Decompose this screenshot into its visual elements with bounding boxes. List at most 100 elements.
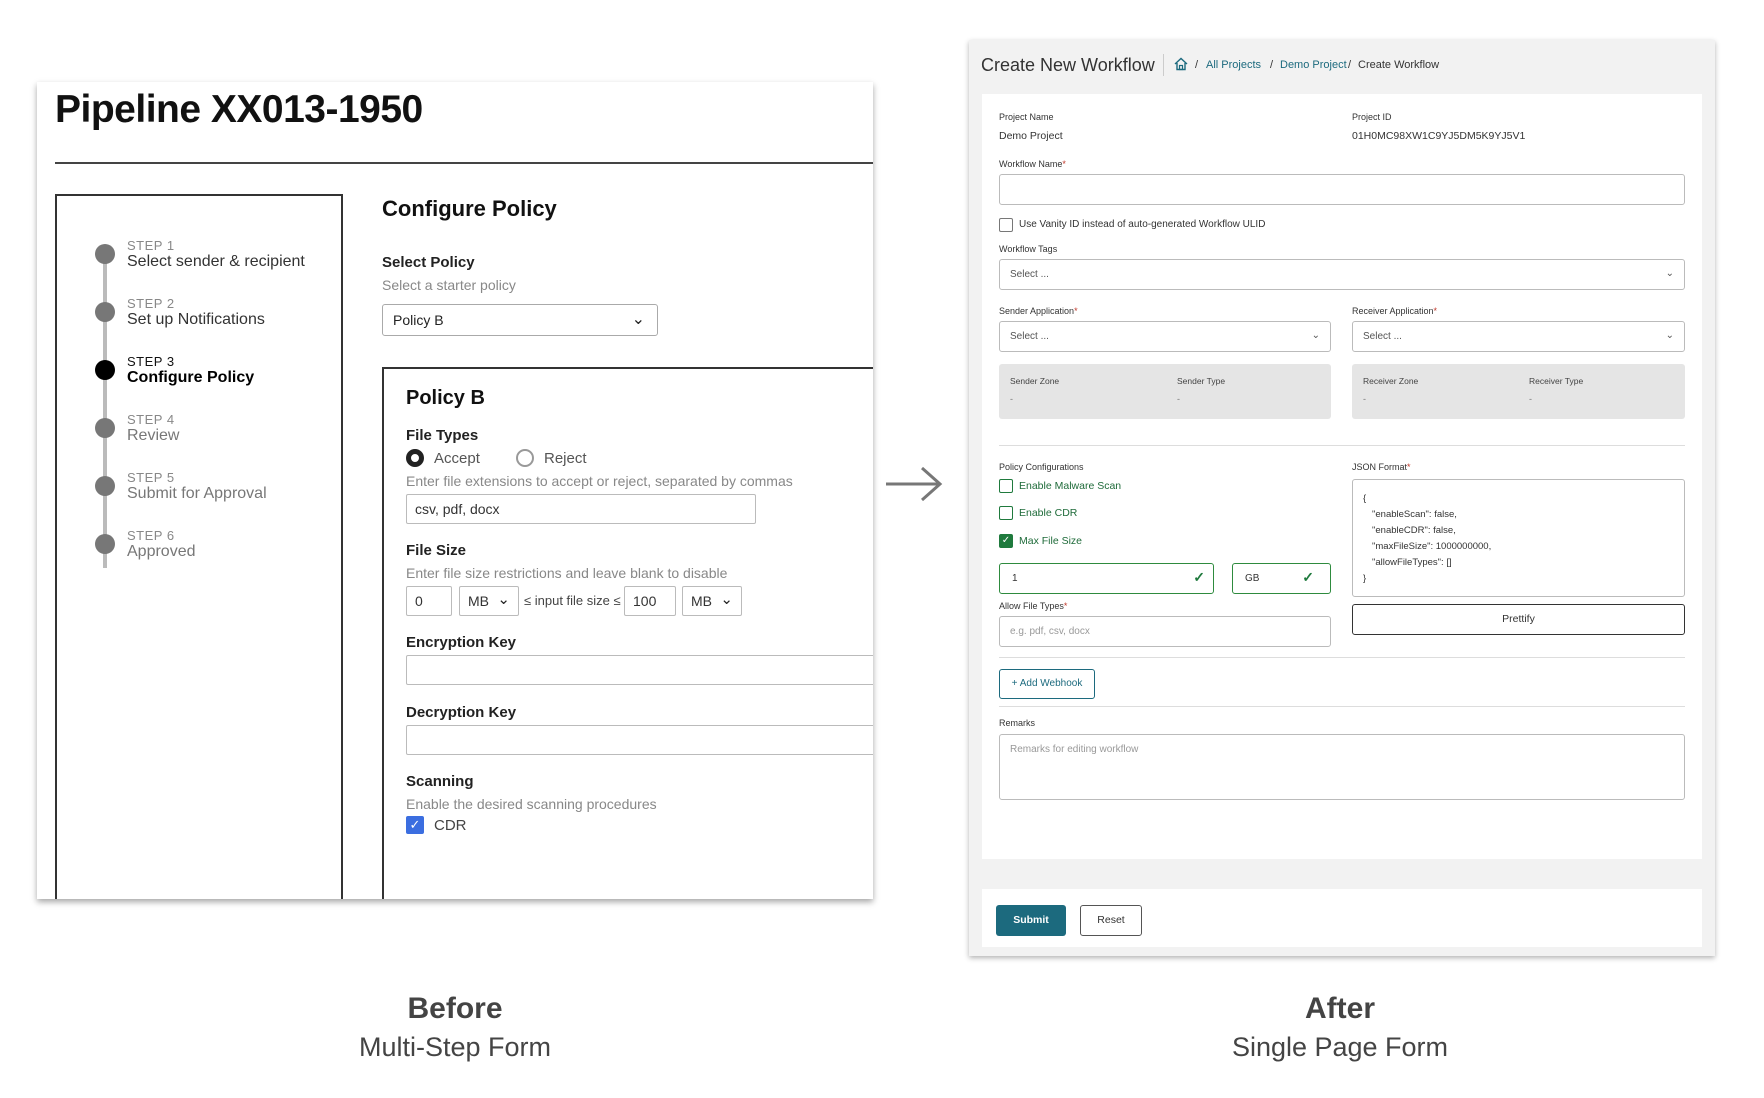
- step-6-label[interactable]: Approved: [127, 543, 196, 561]
- page-title: Create New Workflow: [981, 55, 1155, 75]
- breadcrumb-all-projects[interactable]: All Projects: [1206, 59, 1261, 71]
- max-unit-value: MB: [691, 593, 712, 609]
- size-range-text: ≤ input file size ≤: [524, 593, 621, 608]
- cdr-checkbox[interactable]: [999, 506, 1013, 520]
- after-singlepage-mockup: Create New Workflow / All Projects / Dem…: [969, 40, 1715, 956]
- valid-check-icon: ✓: [1302, 569, 1314, 585]
- malware-scan-label: Enable Malware Scan: [1019, 480, 1122, 492]
- vanity-id-checkbox[interactable]: [999, 218, 1013, 232]
- receiver-zone-label: Receiver Zone: [1363, 376, 1419, 386]
- breadcrumb-separator: /: [1348, 59, 1352, 71]
- chevron-down-icon: ⌄: [497, 591, 510, 608]
- sender-type-value: -: [1177, 394, 1180, 404]
- decryption-key-label: Decryption Key: [406, 704, 517, 721]
- step-3-label[interactable]: Configure Policy: [127, 369, 254, 387]
- sender-type-label: Sender Type: [1177, 376, 1226, 386]
- submit-button[interactable]: Submit: [996, 905, 1066, 936]
- project-name-value: Demo Project: [999, 130, 1063, 142]
- project-name-label: Project Name: [999, 112, 1054, 122]
- step-2-number: STEP 2: [127, 296, 175, 311]
- receiver-zone-value: -: [1363, 394, 1366, 404]
- before-caption-subtitle: Multi-Step Form: [358, 1032, 552, 1062]
- receiver-info-panel: Receiver Zone - Receiver Type -: [1352, 364, 1685, 419]
- chevron-down-icon: ⌄: [1665, 330, 1674, 341]
- before-caption-title: Before: [407, 992, 503, 1025]
- add-webhook-button[interactable]: + Add Webhook: [999, 669, 1095, 699]
- file-size-help: Enter file size restrictions and leave b…: [406, 565, 728, 581]
- step-5-dot: [95, 476, 115, 496]
- file-types-input[interactable]: csv, pdf, docx: [406, 494, 756, 524]
- remarks-placeholder: Remarks for editing workflow: [1010, 744, 1139, 755]
- policy-select[interactable]: Policy B ⌄: [382, 304, 658, 336]
- pipeline-title: Pipeline XX013-1950: [55, 88, 423, 131]
- step-5-label[interactable]: Submit for Approval: [127, 485, 267, 503]
- max-file-size-input[interactable]: 1 ✓: [999, 563, 1214, 594]
- cdr-checkbox[interactable]: ✓: [406, 816, 424, 834]
- step-6-dot: [95, 534, 115, 554]
- decryption-key-input[interactable]: [406, 725, 873, 755]
- workflow-form: Project Name Demo Project Project ID 01H…: [982, 94, 1702, 859]
- file-types-help: Enter file extensions to accept or rejec…: [406, 473, 793, 489]
- home-icon[interactable]: [1173, 56, 1189, 72]
- reject-label: Reject: [544, 450, 587, 467]
- workflow-name-label: Workflow Name*: [999, 159, 1066, 169]
- stepper: STEP 1 Select sender & recipient STEP 2 …: [55, 194, 343, 899]
- scanning-label: Scanning: [406, 773, 474, 790]
- step-1-number: STEP 1: [127, 238, 175, 253]
- project-id-value: 01H0MC98XW1C9YJ5DM5K9YJ5V1: [1352, 130, 1526, 142]
- min-unit-select[interactable]: MB ⌄: [459, 586, 519, 616]
- allow-file-types-input[interactable]: e.g. pdf, csv, docx: [999, 616, 1331, 647]
- sender-app-select[interactable]: Select ... ⌄: [999, 321, 1331, 352]
- before-multistep-mockup: Pipeline XX013-1950 STEP 1 Select sender…: [37, 82, 873, 899]
- scanning-help: Enable the desired scanning procedures: [406, 796, 657, 812]
- chevron-down-icon: ⌄: [720, 591, 733, 608]
- max-unit-select[interactable]: MB ⌄: [682, 586, 742, 616]
- workflow-tags-placeholder: Select ...: [1010, 269, 1049, 280]
- max-file-size-label: Max File Size: [1019, 535, 1083, 547]
- sender-info-panel: Sender Zone - Sender Type -: [999, 364, 1331, 419]
- workflow-tags-label: Workflow Tags: [999, 244, 1058, 254]
- json-format-textarea[interactable]: { "enableScan": false, "enableCDR": fals…: [1352, 479, 1685, 597]
- receiver-type-label: Receiver Type: [1529, 376, 1584, 386]
- cdr-label: Enable CDR: [1019, 507, 1078, 519]
- file-size-label: File Size: [406, 542, 467, 559]
- min-size-input[interactable]: 0: [406, 586, 452, 616]
- step-5-number: STEP 5: [127, 470, 175, 485]
- select-policy-help: Select a starter policy: [382, 277, 516, 293]
- step-2-label[interactable]: Set up Notifications: [127, 311, 265, 329]
- section-divider: [999, 445, 1685, 446]
- section-divider: [999, 657, 1685, 658]
- size-unit-value: GB: [1245, 573, 1260, 584]
- sender-app-label: Sender Application*: [999, 306, 1078, 316]
- chevron-down-icon: ⌄: [1311, 330, 1320, 341]
- comparison-stage: Pipeline XX013-1950 STEP 1 Select sender…: [0, 0, 1764, 1098]
- reset-button[interactable]: Reset: [1080, 905, 1142, 936]
- prettify-button[interactable]: Prettify: [1352, 604, 1685, 635]
- workflow-tags-select[interactable]: Select ... ⌄: [999, 259, 1685, 290]
- policy-editor: Policy B File Types Accept Reject Enter …: [382, 367, 873, 899]
- step-4-number: STEP 4: [127, 412, 175, 427]
- accept-radio[interactable]: [406, 449, 424, 467]
- after-caption-title: After: [1304, 992, 1375, 1025]
- policy-config-label: Policy Configurations: [999, 462, 1084, 472]
- reject-radio[interactable]: [516, 449, 534, 467]
- receiver-app-select[interactable]: Select ... ⌄: [1352, 321, 1685, 352]
- breadcrumb-current: Create Workflow: [1358, 59, 1440, 71]
- max-file-size-value: 1: [1012, 573, 1018, 584]
- step-1-label[interactable]: Select sender & recipient: [127, 253, 305, 271]
- max-size-input[interactable]: 100: [624, 586, 676, 616]
- step-4-label[interactable]: Review: [127, 427, 179, 445]
- breadcrumb-demo-project[interactable]: Demo Project: [1280, 59, 1347, 71]
- valid-check-icon: ✓: [1193, 569, 1205, 585]
- workflow-name-input[interactable]: [999, 174, 1685, 205]
- remarks-textarea[interactable]: Remarks for editing workflow: [999, 734, 1685, 800]
- malware-scan-checkbox[interactable]: [999, 479, 1013, 493]
- max-file-size-checkbox[interactable]: ✓: [999, 534, 1013, 548]
- step-3-number: STEP 3: [127, 354, 175, 369]
- project-id-label: Project ID: [1352, 112, 1392, 122]
- form-actions: Submit Reset: [982, 889, 1702, 947]
- sender-zone-value: -: [1010, 394, 1013, 404]
- encryption-key-input[interactable]: [406, 655, 873, 685]
- file-types-label: File Types: [406, 427, 479, 444]
- size-unit-select[interactable]: GB ✓: [1232, 563, 1331, 594]
